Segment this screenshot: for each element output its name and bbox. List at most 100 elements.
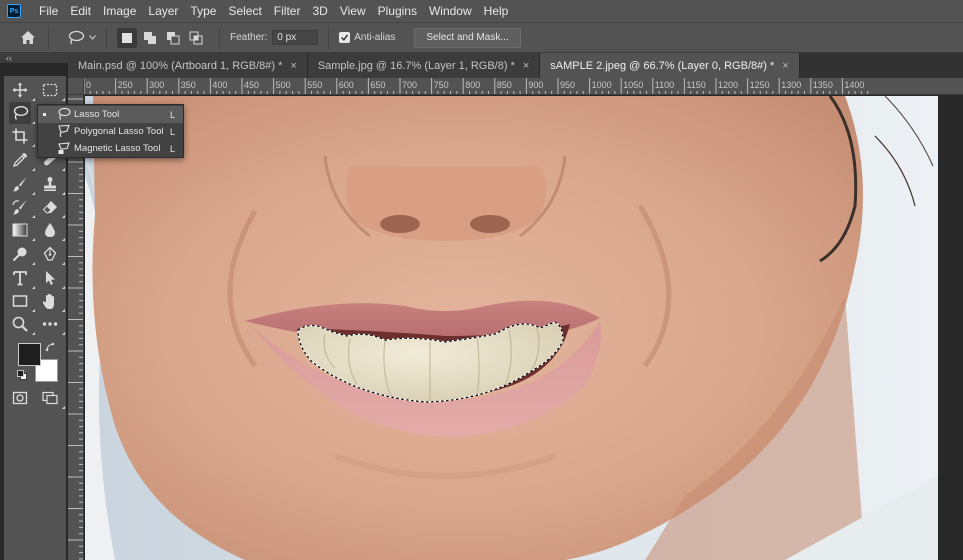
rectangular-marquee-icon [42, 83, 58, 97]
lasso-tool[interactable] [9, 102, 31, 124]
lasso-icon [13, 106, 28, 120]
document-canvas[interactable] [85, 96, 963, 560]
menu-help[interactable]: Help [478, 0, 515, 22]
edit-toolbar-button[interactable] [39, 313, 61, 335]
eraser-tool[interactable] [39, 196, 61, 218]
menu-layer[interactable]: Layer [142, 0, 184, 22]
tab-label: Sample.jpg @ 16.7% (Layer 1, RGB/8) * [317, 59, 515, 72]
menu-3d[interactable]: 3D [306, 0, 333, 22]
tab-label: Main.psd @ 100% (Artboard 1, RGB/8#) * [78, 59, 283, 72]
rectangle-tool[interactable] [9, 290, 31, 312]
menu-window[interactable]: Window [423, 0, 478, 22]
marquee-tool[interactable] [39, 79, 61, 101]
menu-type[interactable]: Type [184, 0, 222, 22]
ruler-tick-label: 350 [180, 80, 196, 90]
gradient-tool[interactable] [9, 219, 31, 241]
menu-edit[interactable]: Edit [64, 0, 97, 22]
subtool-indicator [62, 238, 65, 241]
selected-indicator [43, 113, 46, 116]
brush-icon [13, 177, 27, 192]
subtool-indicator [32, 121, 35, 124]
ruler-tick-label: 1300 [781, 80, 802, 90]
intersect-selection-button[interactable] [186, 28, 206, 48]
ruler-origin[interactable] [68, 78, 84, 95]
vertical-ruler[interactable] [68, 95, 84, 560]
home-icon [21, 31, 35, 44]
tab-main-psd[interactable]: Main.psd @ 100% (Artboard 1, RGB/8#) * × [68, 53, 308, 78]
ruler-tick-label: 1350 [812, 80, 833, 90]
subtool-indicator [32, 332, 35, 335]
anti-alias-label: Anti-alias [354, 32, 396, 43]
subtool-indicator [32, 286, 35, 289]
blur-tool[interactable] [39, 219, 61, 241]
menu-select[interactable]: Select [222, 0, 267, 22]
pen-icon [43, 246, 57, 261]
ruler-tick-label: 250 [117, 80, 133, 90]
pen-tool[interactable] [39, 243, 61, 265]
flyout-magnetic-lasso-tool[interactable]: Magnetic Lasso Tool L [38, 140, 183, 157]
ruler-tick-label: 800 [465, 80, 481, 90]
lasso-icon [68, 30, 85, 44]
menu-plugins[interactable]: Plugins [372, 0, 423, 22]
ruler-tick-label: 0 [86, 80, 92, 90]
ruler-tick-label: 500 [275, 80, 291, 90]
ruler-tick-label: 1100 [654, 80, 675, 90]
clone-stamp-tool[interactable] [39, 173, 61, 195]
hand-icon [42, 293, 54, 309]
screen-mode-button[interactable] [39, 387, 61, 409]
subtool-indicator [32, 215, 35, 218]
ruler-tick-label: 1250 [749, 80, 770, 90]
horizontal-ruler[interactable]: 0 250 300 350 400 450 500 550 600 650 700 750 800 850… [84, 78, 963, 95]
subtool-indicator [62, 262, 65, 265]
menu-filter[interactable]: Filter [268, 0, 307, 22]
zoom-tool[interactable] [9, 313, 31, 335]
eyedropper-tool[interactable] [9, 149, 31, 171]
swap-colors-icon[interactable] [45, 342, 56, 353]
shortcut-key: L [169, 143, 175, 154]
menu-bar: Ps File Edit Image Layer Type Select Fil… [0, 0, 963, 22]
menu-view[interactable]: View [334, 0, 372, 22]
subtract-from-selection-button[interactable] [163, 28, 183, 48]
collapse-panel-button[interactable]: ‹‹ [0, 53, 68, 63]
document-tab-bar: Main.psd @ 100% (Artboard 1, RGB/8#) * ×… [68, 53, 963, 78]
path-selection-tool[interactable] [39, 267, 61, 289]
foreground-color-swatch[interactable] [18, 343, 41, 366]
flyout-polygonal-lasso-tool[interactable]: Polygonal Lasso Tool L [38, 123, 183, 140]
shortcut-key: L [169, 126, 175, 137]
feather-input[interactable] [272, 30, 319, 45]
move-tool[interactable] [9, 79, 31, 101]
stamp-icon [44, 177, 56, 191]
lasso-icon [58, 107, 71, 120]
crop-tool[interactable] [9, 125, 31, 147]
select-and-mask-button[interactable]: Select and Mask... [414, 27, 521, 48]
ruler-tick-label: 700 [402, 80, 418, 90]
menu-file[interactable]: File [33, 0, 64, 22]
tab-sample-2-jpeg[interactable]: sAMPLE 2.jpeg @ 66.7% (Layer 0, RGB/8#) … [540, 53, 800, 78]
flyout-label: Magnetic Lasso Tool [74, 143, 161, 154]
home-button[interactable] [18, 28, 38, 48]
hand-tool[interactable] [39, 290, 61, 312]
brush-tool[interactable] [9, 173, 31, 195]
ruler-tick-label: 600 [338, 80, 354, 90]
anti-alias-checkbox[interactable] [339, 32, 351, 43]
quick-mask-button[interactable] [9, 387, 31, 409]
type-tool[interactable] [9, 267, 31, 289]
dodge-tool[interactable] [9, 243, 31, 265]
history-brush-tool[interactable] [9, 196, 31, 218]
close-icon[interactable]: × [523, 60, 529, 72]
tool-preset-picker[interactable] [67, 30, 96, 46]
close-icon[interactable]: × [290, 60, 296, 72]
close-icon[interactable]: × [782, 60, 788, 72]
options-bar: Feather: Anti-alias Select and Mask... [0, 22, 963, 53]
menu-image[interactable]: Image [97, 0, 142, 22]
screen-mode-icon [42, 391, 58, 405]
add-to-selection-button[interactable] [140, 28, 160, 48]
ruler-ticks [68, 98, 83, 560]
new-selection-button[interactable] [117, 27, 137, 48]
flyout-lasso-tool[interactable]: Lasso Tool L [38, 106, 183, 123]
subtool-indicator [32, 98, 35, 101]
tab-sample-jpg[interactable]: Sample.jpg @ 16.7% (Layer 1, RGB/8) * × [307, 53, 541, 78]
magnetic-lasso-icon [58, 142, 70, 154]
shortcut-key: L [169, 109, 175, 120]
default-colors-icon[interactable] [17, 370, 27, 380]
